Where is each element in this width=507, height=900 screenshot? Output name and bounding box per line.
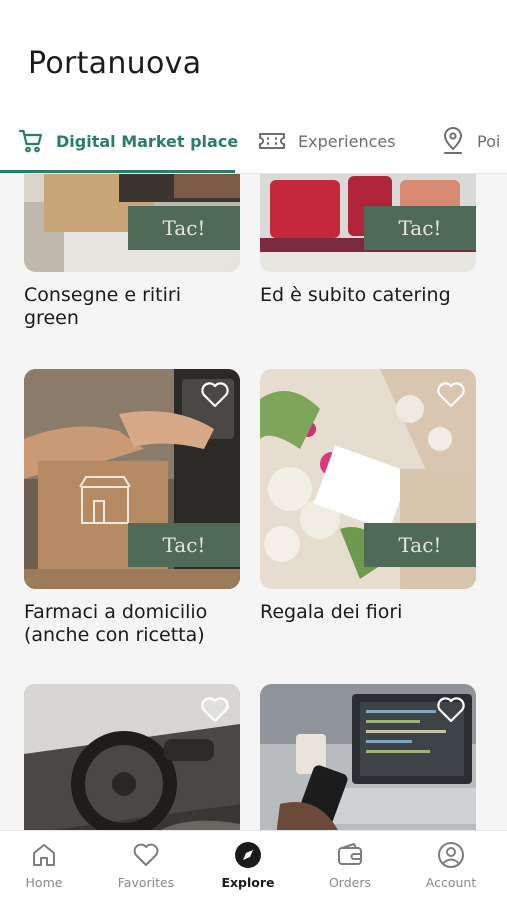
card-image — [24, 684, 240, 830]
ticket-icon — [259, 133, 285, 149]
card-image: Tac! — [260, 369, 476, 589]
card-farmaci[interactable]: Tac! Farmaci a domicilio (anche con rice… — [24, 369, 240, 647]
wallet-icon — [338, 843, 362, 865]
tab-poi[interactable]: Poi — [441, 108, 501, 173]
account-icon — [438, 842, 464, 868]
card-consegne[interactable]: Tac! Consegne e ritiri green — [24, 174, 240, 330]
tab-digital-market-place[interactable]: Digital Market place — [18, 108, 239, 173]
tab-label: Poi — [477, 131, 501, 151]
card-image: Tac! — [24, 369, 240, 589]
card-catering[interactable]: Tac! Ed è subito catering — [260, 174, 476, 307]
heart-icon — [133, 843, 159, 866]
card-car[interactable] — [24, 684, 240, 830]
card-title: Farmaci a domicilio (anche con ricetta) — [24, 601, 208, 646]
heart-icon[interactable] — [436, 696, 466, 724]
card-title: Regala dei fiori — [260, 601, 403, 623]
tab-experiences[interactable]: Experiences — [258, 108, 396, 173]
nav-label: Orders — [328, 875, 372, 890]
tac-badge: Tac! — [364, 523, 476, 567]
heart-icon[interactable] — [200, 381, 230, 409]
bottom-navigation: Home Favorites Explore Orders Account — [0, 830, 507, 900]
location-pin-icon — [444, 127, 462, 154]
card-title: Ed è subito catering — [260, 284, 451, 306]
card-laptop[interactable] — [260, 684, 476, 830]
nav-label: Home — [25, 875, 63, 890]
card-image: Tac! — [24, 174, 240, 272]
tab-label: Experiences — [298, 131, 396, 151]
page-title: Portanuova — [28, 46, 202, 81]
nav-orders[interactable]: Orders — [300, 831, 400, 900]
card-image: Tac! — [260, 174, 476, 272]
card-title: Consegne e ritiri green — [24, 284, 181, 329]
tab-label: Digital Market place — [56, 131, 239, 151]
home-icon — [33, 844, 55, 866]
card-image — [260, 684, 476, 830]
heart-icon[interactable] — [200, 696, 230, 724]
card-grid: Tac! Consegne e ritiri green Tac! Ed è s… — [0, 174, 507, 830]
nav-explore[interactable]: Explore — [198, 831, 298, 900]
nav-account[interactable]: Account — [401, 831, 501, 900]
tac-badge: Tac! — [128, 523, 240, 567]
tac-badge: Tac! — [128, 206, 240, 250]
nav-favorites[interactable]: Favorites — [96, 831, 196, 900]
nav-home[interactable]: Home — [0, 831, 94, 900]
heart-icon[interactable] — [436, 381, 466, 409]
tac-badge: Tac! — [364, 206, 476, 250]
card-fiori[interactable]: Tac! Regala dei fiori — [260, 369, 476, 624]
nav-label: Account — [425, 875, 477, 890]
category-tabs: Digital Market place Experiences Poi — [0, 108, 507, 174]
app-header: Portanuova — [0, 0, 507, 108]
cart-icon — [18, 129, 43, 153]
compass-icon — [235, 842, 261, 868]
nav-label: Explore — [221, 875, 275, 890]
nav-label: Favorites — [117, 875, 175, 890]
